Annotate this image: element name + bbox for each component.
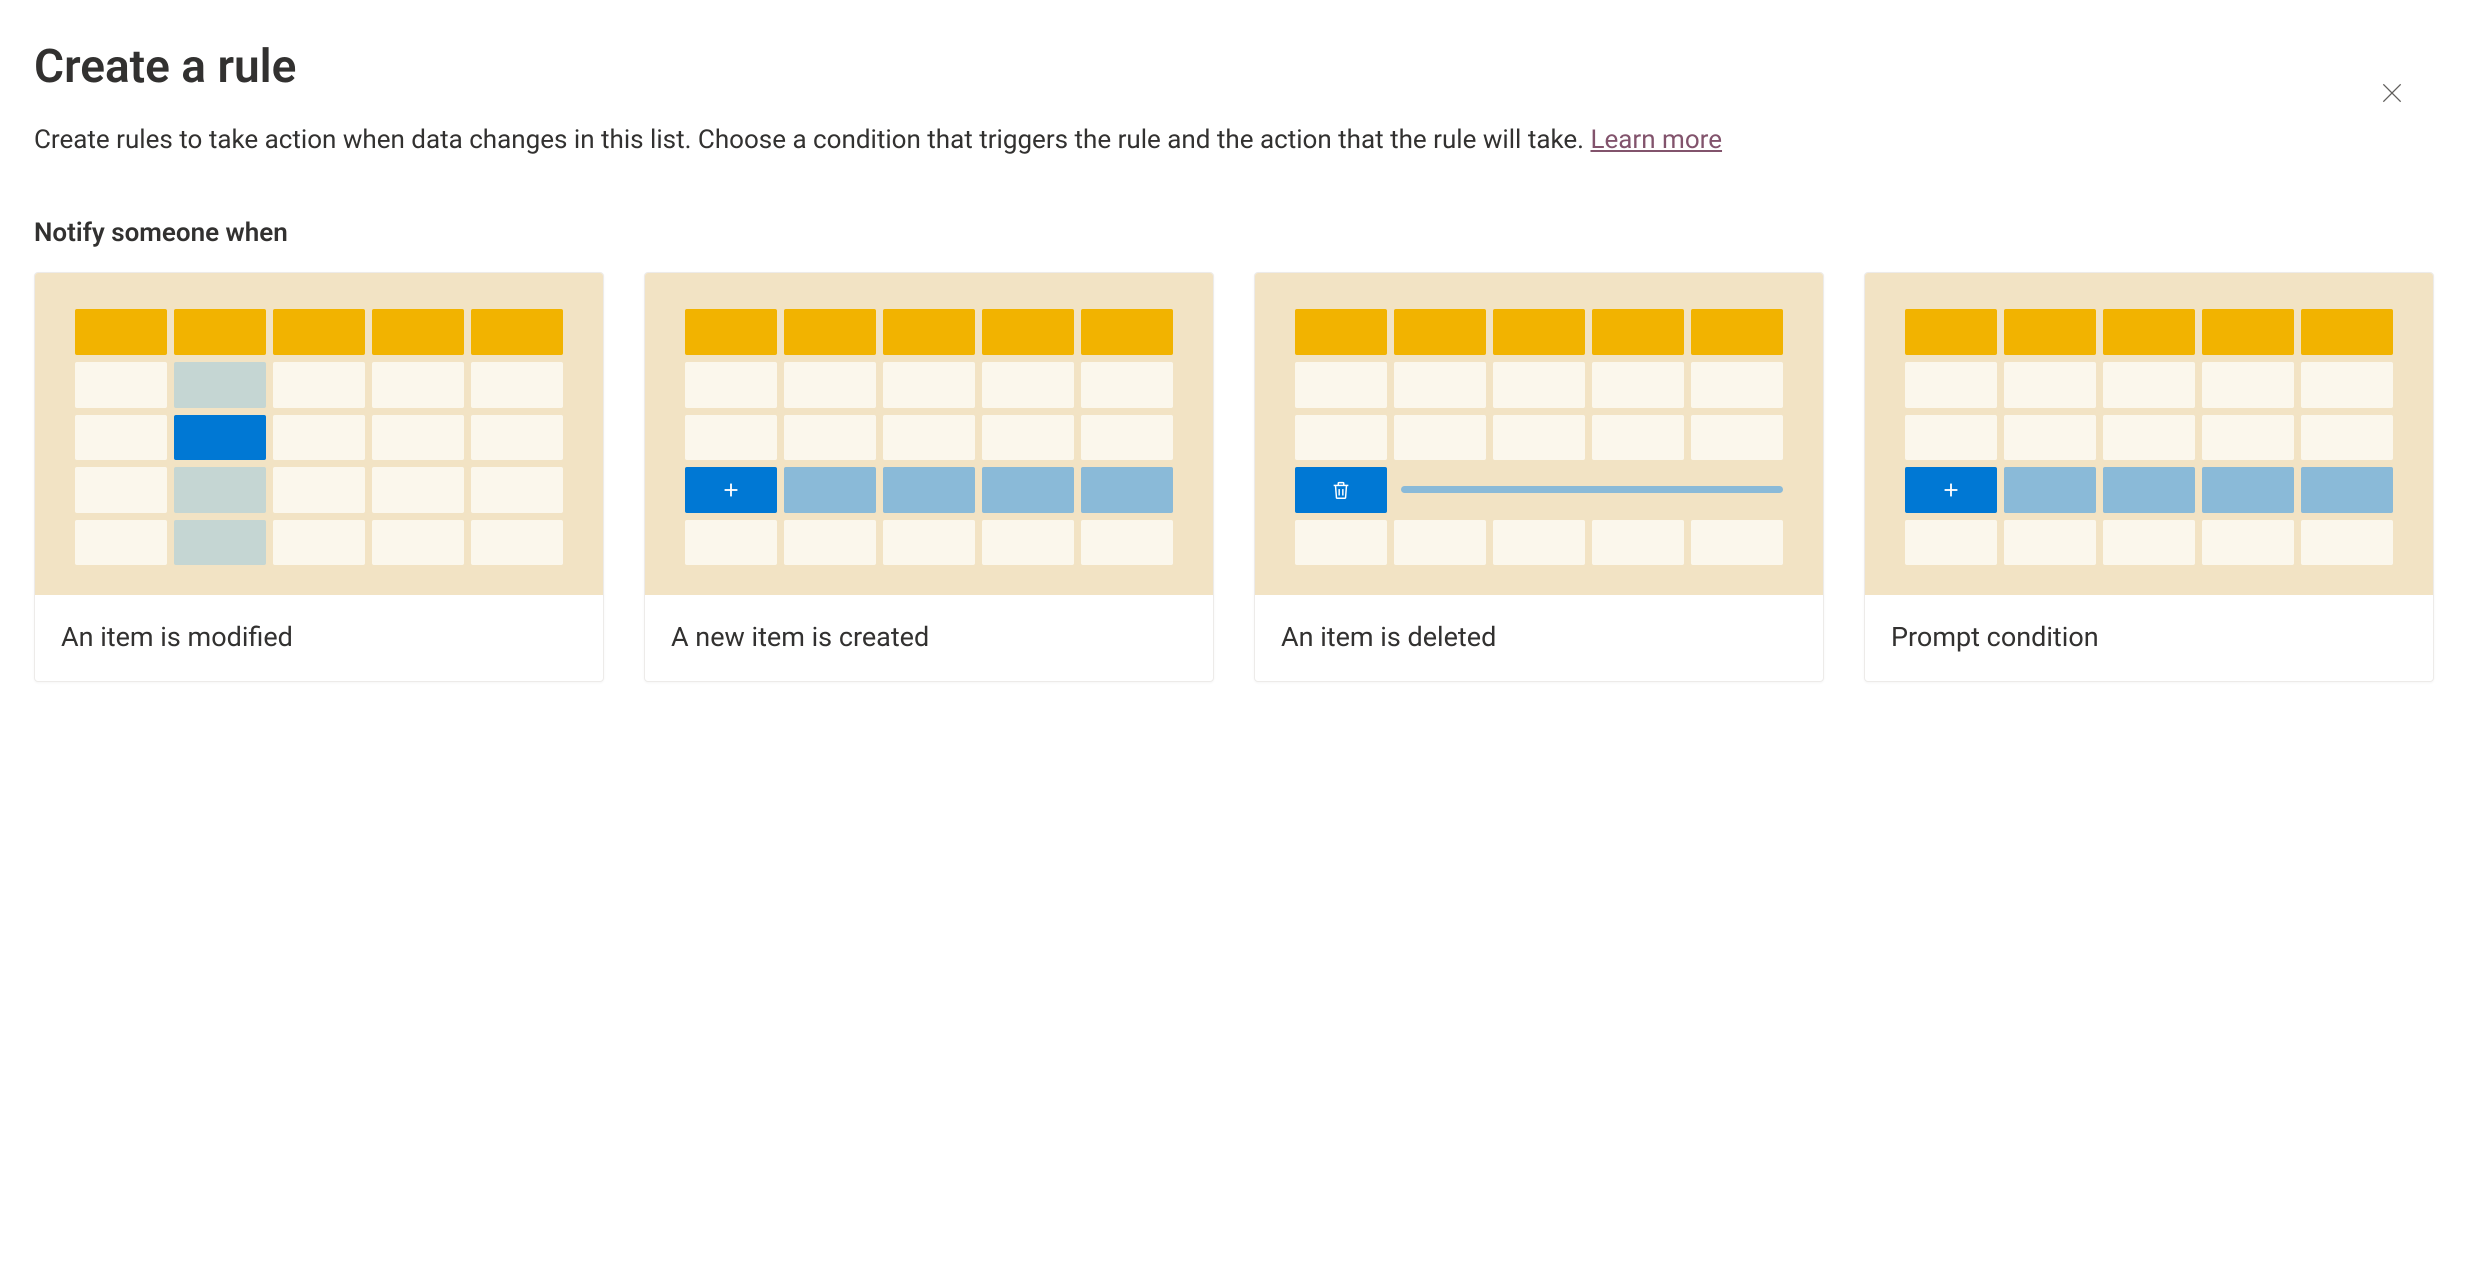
rule-card-created[interactable]: A new item is created (644, 272, 1214, 682)
rule-card-label: A new item is created (645, 595, 1213, 681)
plus-icon (1905, 467, 1997, 513)
rule-card-deleted[interactable]: An item is deleted (1254, 272, 1824, 682)
rule-card-prompt[interactable]: Prompt condition (1864, 272, 2434, 682)
rule-card-illustration (1255, 273, 1823, 595)
rule-card-label: Prompt condition (1865, 595, 2433, 681)
rule-card-label: An item is deleted (1255, 595, 1823, 681)
rule-card-modified[interactable]: An item is modified (34, 272, 604, 682)
rule-card-label: An item is modified (35, 595, 603, 681)
create-rule-dialog: Create a rule Create rules to take actio… (0, 0, 2476, 1278)
close-icon (2379, 80, 2405, 109)
trash-icon (1295, 467, 1387, 513)
rule-card-illustration (645, 273, 1213, 595)
close-button[interactable] (2368, 70, 2416, 118)
dialog-description: Create rules to take action when data ch… (34, 122, 2442, 158)
learn-more-link[interactable]: Learn more (1590, 125, 1722, 155)
plus-icon (685, 467, 777, 513)
description-text: Create rules to take action when data ch… (34, 125, 1590, 155)
rule-card-illustration (35, 273, 603, 595)
rule-card-illustration (1865, 273, 2433, 595)
rule-cards-row: An item is modified (34, 272, 2442, 682)
dialog-title: Create a rule (34, 40, 2442, 94)
notify-section-label: Notify someone when (34, 218, 2442, 248)
